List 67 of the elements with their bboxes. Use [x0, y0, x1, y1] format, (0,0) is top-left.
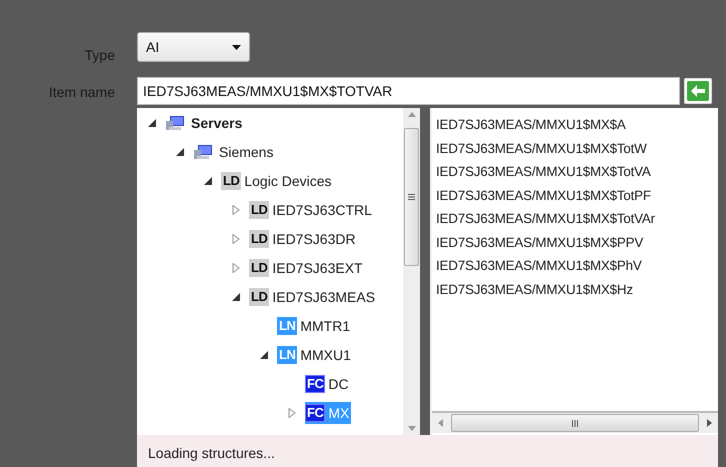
expanded-arrow-icon[interactable]: [203, 176, 213, 186]
type-dropdown[interactable]: AI: [137, 32, 250, 62]
item-name-label: Item name: [48, 84, 115, 100]
fc-badge: FC: [305, 374, 326, 392]
vertical-scrollbar[interactable]: [403, 108, 420, 435]
collapsed-arrow-icon[interactable]: [287, 408, 297, 418]
fc-badge: FC: [305, 404, 326, 422]
item-name-field[interactable]: IED7SJ63MEAS/MMXU1$MX$TOTVAR: [137, 77, 680, 105]
ld-badge: LD: [249, 258, 270, 276]
scroll-up-icon[interactable]: [408, 112, 416, 117]
apply-button[interactable]: [684, 78, 712, 104]
tree-item[interactable]: LN MMXU1: [277, 344, 353, 366]
computer-icon: [165, 114, 185, 130]
tree-item[interactable]: FC MX: [305, 402, 352, 424]
computer-icon: [193, 144, 213, 160]
list-item[interactable]: IED7SJ63MEAS/MMXU1$MX$PPV: [436, 230, 718, 254]
tree-item[interactable]: Servers: [165, 112, 244, 132]
list-item[interactable]: IED7SJ63MEAS/MMXU1$MX$TotVA: [436, 160, 718, 184]
scroll-right-icon[interactable]: [707, 419, 712, 427]
ln-badge: LN: [277, 316, 298, 334]
ld-badge: LD: [249, 230, 270, 248]
expanded-arrow-icon[interactable]: [231, 292, 241, 302]
tree-item[interactable]: LD IED7SJ63MEAS: [249, 286, 378, 308]
type-label: Type: [84, 46, 115, 62]
collapsed-arrow-icon[interactable]: [231, 204, 241, 214]
list-item[interactable]: IED7SJ63MEAS/MMXU1$MX$TotVAr: [436, 207, 718, 230]
ld-badge: LD: [221, 172, 242, 190]
collapsed-arrow-icon[interactable]: [231, 234, 241, 244]
ln-badge: LN: [277, 346, 298, 364]
expanded-arrow-icon[interactable]: [147, 118, 157, 128]
list-item[interactable]: IED7SJ63MEAS/MMXU1$MX$TotW: [436, 136, 718, 160]
tree-item-label: Siemens: [219, 144, 274, 160]
grip-icon: [572, 420, 578, 426]
tree-item[interactable]: LD IED7SJ63CTRL: [249, 198, 374, 220]
list-item[interactable]: IED7SJ63MEAS/MMXU1$MX$TotPF: [436, 184, 718, 207]
tree-item-label: Logic Devices: [244, 172, 332, 188]
tree-item-label: Servers: [191, 114, 242, 130]
expanded-arrow-icon[interactable]: [175, 146, 185, 156]
horizontal-scrollbar[interactable]: [432, 411, 718, 433]
ld-badge: LD: [249, 288, 270, 306]
list-item[interactable]: IED7SJ63MEAS/MMXU1$MX$PhV: [436, 254, 718, 278]
tree-item[interactable]: Siemens: [193, 142, 276, 162]
tree-item[interactable]: LD IED7SJ63EXT: [249, 256, 365, 278]
grip-icon: [408, 194, 415, 200]
tree-item-label: DC: [328, 376, 349, 392]
tree-item-label: IED7SJ63EXT: [272, 260, 363, 276]
tree-item-label: MMTR1: [300, 318, 350, 334]
scroll-left-icon[interactable]: [438, 419, 443, 427]
scroll-down-icon[interactable]: [408, 426, 416, 431]
tree-item[interactable]: LD IED7SJ63DR: [249, 228, 358, 250]
tree-item-label: IED7SJ63DR: [272, 230, 356, 246]
scroll-thumb[interactable]: [451, 414, 699, 432]
status-message: Loading structures...: [137, 435, 718, 467]
tree-item[interactable]: FC DC: [305, 372, 351, 394]
dropdown-caret-icon: [232, 44, 241, 50]
collapsed-arrow-icon[interactable]: [231, 262, 241, 272]
list-item[interactable]: IED7SJ63MEAS/MMXU1$MX$Hz: [436, 278, 718, 301]
ld-badge: LD: [249, 200, 270, 218]
tree-item-label: MMXU1: [300, 346, 351, 362]
scroll-thumb[interactable]: [404, 128, 419, 266]
tree-item-label: IED7SJ63MEAS: [272, 288, 376, 304]
tree-item[interactable]: LN MMTR1: [277, 314, 352, 336]
tree-item-label: IED7SJ63CTRL: [272, 202, 372, 218]
tree-item-label: MX: [328, 404, 350, 420]
tree-item[interactable]: LD Logic Devices: [221, 170, 334, 192]
expanded-arrow-icon[interactable]: [259, 350, 269, 360]
list-item[interactable]: IED7SJ63MEAS/MMXU1$MX$A: [436, 113, 718, 136]
